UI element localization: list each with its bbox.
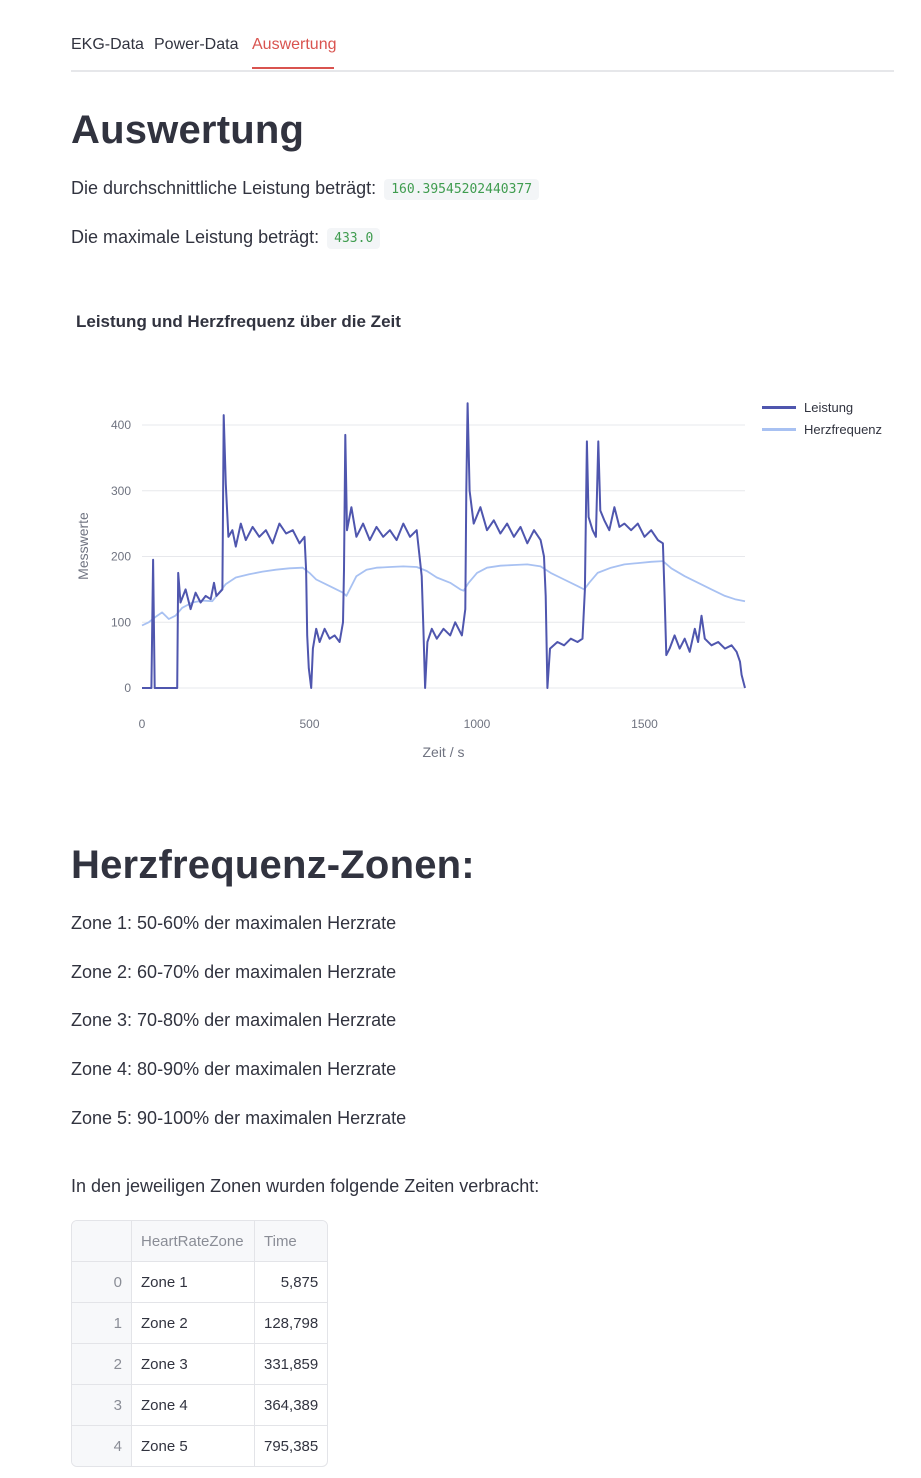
tab-power-data[interactable]: Power-Data [154,36,238,54]
y-tick-label: 100 [111,615,131,629]
series-line-leistung[interactable] [142,402,746,689]
cell-time[interactable]: 128,798 [255,1303,328,1344]
table-row: 4 Zone 5 795,385 [72,1426,327,1466]
chart-legend: Leistung Herzfrequenz [762,396,882,440]
avg-power-line: Die durchschnittliche Leistung beträgt: … [71,178,540,200]
tab-bar: EKG-Data Power-Data Auswertung [71,0,894,72]
x-tick-label: 0 [139,717,146,731]
table-header-row: HeartRateZone Time [72,1221,328,1262]
zone-3-text: Zone 3: 70-80% der maximalen Herzrate [71,1010,397,1030]
column-header-zone[interactable]: HeartRateZone [132,1221,255,1262]
legend-item-leistung[interactable]: Leistung [762,396,882,418]
x-tick-label: 500 [299,717,319,731]
legend-swatch-leistung [762,405,796,409]
y-axis-label: Messwerte [75,512,91,580]
legend-label-herzfrequenz: Herzfrequenz [804,421,883,437]
chart-title: Leistung und Herzfrequenz über die Zeit [76,312,401,331]
row-index: 0 [72,1262,132,1303]
row-index: 1 [72,1303,132,1344]
table-row: 1 Zone 2 128,798 [72,1303,328,1344]
cell-time[interactable]: 795,385 [255,1426,327,1466]
tab-auswertung[interactable]: Auswertung [252,36,337,54]
max-power-line: Die maximale Leistung beträgt: 433.0 [71,227,381,249]
legend-item-herzfrequenz[interactable]: Herzfrequenz [762,418,882,440]
y-tick-label: 200 [111,550,131,564]
table-row: 3 Zone 4 364,389 [72,1385,328,1426]
row-index: 2 [72,1344,132,1385]
zone-2-text: Zone 2: 60-70% der maximalen Herzrate [71,962,397,982]
y-tick-label: 300 [111,484,131,498]
table-row: 2 Zone 3 331,859 [72,1344,328,1385]
x-axis-label: Zeit / s [422,744,464,760]
row-index: 3 [72,1385,132,1426]
table-row: 0 Zone 1 5,875 [72,1262,328,1303]
zones-time-table[interactable]: HeartRateZone Time 0 Zone 1 5,875 1 Zone… [71,1220,329,1467]
zone-5-text: Zone 5: 90-100% der maximalen Herzrate [71,1108,407,1128]
zone-4-text: Zone 4: 80-90% der maximalen Herzrate [71,1059,397,1079]
cell-zone[interactable]: Zone 3 [132,1344,255,1385]
cell-zone[interactable]: Zone 4 [132,1385,255,1426]
column-header-time[interactable]: Time [255,1221,328,1262]
cell-time[interactable]: 331,859 [255,1344,328,1385]
cell-zone[interactable]: Zone 1 [132,1262,255,1303]
column-header-index[interactable] [72,1221,132,1262]
cell-time[interactable]: 5,875 [255,1262,328,1303]
y-tick-label: 400 [111,418,131,432]
legend-label-leistung: Leistung [804,399,854,415]
zones-time-intro: In den jeweiligen Zonen wurden folgende … [71,1176,540,1196]
cell-zone[interactable]: Zone 2 [132,1303,255,1344]
max-power-value: 433.0 [327,228,381,249]
x-tick-label: 1000 [464,717,491,731]
zones-heading: Herzfrequenz-Zonen: [71,843,475,887]
row-index: 4 [72,1426,132,1466]
y-tick-label: 0 [124,681,131,695]
line-chart[interactable]: 0 100 200 300 400 0 500 1000 1500 Zeit / s Messwer… [0,380,921,780]
avg-power-label: Die durchschnittliche Leistung beträgt: [71,178,377,198]
cell-time[interactable]: 364,389 [255,1385,328,1426]
x-tick-label: 1500 [631,717,658,731]
cell-zone[interactable]: Zone 5 [132,1426,255,1466]
zone-1-text: Zone 1: 50-60% der maximalen Herzrate [71,913,397,933]
series-line-herzfrequenz[interactable] [141,560,746,627]
legend-swatch-herzfrequenz [762,427,796,431]
tab-ekg-data[interactable]: EKG-Data [71,36,144,54]
page-title: Auswertung [71,108,305,152]
max-power-label: Die maximale Leistung beträgt: [71,227,320,247]
active-tab-indicator [252,67,334,69]
avg-power-value: 160.39545202440377 [384,179,540,200]
